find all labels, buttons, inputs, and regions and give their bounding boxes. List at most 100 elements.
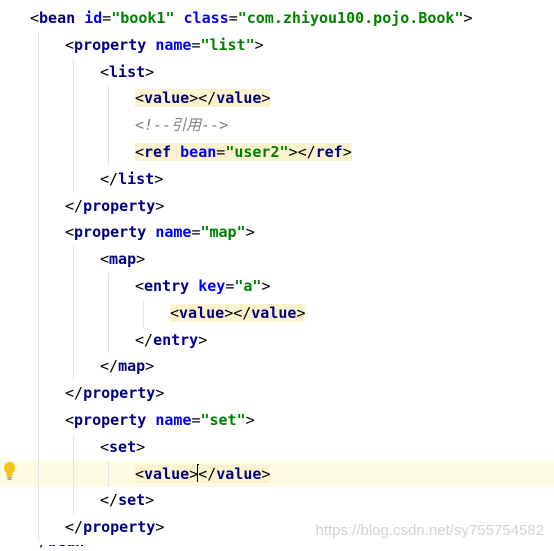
code-token: value xyxy=(144,464,190,483)
code-line-text: </entry> xyxy=(135,330,207,350)
code-token: = xyxy=(225,277,235,295)
code-token: id xyxy=(84,9,103,27)
code-token: "user2" xyxy=(225,143,289,161)
code-line-text: <property name="map"> xyxy=(65,222,255,242)
code-line[interactable]: <entry key="a"> xyxy=(0,273,554,299)
code-line-text: <value></value> xyxy=(135,463,271,484)
code-token: <!--引用--> xyxy=(135,116,229,135)
code-token: </ xyxy=(30,545,48,550)
code-token: > xyxy=(342,143,352,161)
code-line-text: </map> xyxy=(100,356,154,376)
code-line[interactable]: <set> xyxy=(0,434,554,460)
code-token: property xyxy=(74,35,147,54)
code-token: map xyxy=(109,250,137,269)
code-token: map xyxy=(118,357,146,376)
code-line-current[interactable]: <value></value> xyxy=(0,460,554,487)
code-line-text: <!--引用--> xyxy=(135,115,228,135)
code-token: < xyxy=(100,62,110,81)
code-token: = xyxy=(102,9,112,27)
code-line-text: <property name="set"> xyxy=(65,410,255,430)
code-line[interactable]: <property name="list"> xyxy=(0,32,554,58)
code-token: </ xyxy=(65,384,84,403)
code-token: > xyxy=(245,223,255,242)
code-token: </ xyxy=(100,357,119,376)
code-token: bean xyxy=(39,9,76,27)
code-token: "book1" xyxy=(111,9,175,27)
code-line[interactable]: <ref bean="user2"></ref> xyxy=(0,139,554,165)
code-line-partial: </bean> xyxy=(0,545,554,551)
code-token: value xyxy=(216,89,262,108)
code-line[interactable]: </property> xyxy=(0,380,554,406)
code-token: property xyxy=(83,518,156,537)
code-token: property xyxy=(74,411,147,429)
code-token: > xyxy=(189,89,199,108)
indent-guide xyxy=(73,433,74,515)
code-token: </ xyxy=(198,464,217,483)
code-token: set xyxy=(118,491,146,510)
indent-guide xyxy=(108,460,109,488)
code-token: name xyxy=(155,35,192,54)
code-token: entry xyxy=(153,330,199,349)
code-line[interactable]: <property name="set"> xyxy=(0,407,554,433)
code-token: > xyxy=(296,303,306,322)
code-token: ref xyxy=(315,143,343,161)
code-line[interactable]: </list> xyxy=(0,166,554,192)
code-token: < xyxy=(100,437,110,456)
code-line[interactable]: </map> xyxy=(0,353,554,379)
code-line-text: <property name="list"> xyxy=(65,35,264,55)
code-token: entry xyxy=(144,277,190,295)
code-token: > xyxy=(145,62,155,81)
code-line[interactable]: <list> xyxy=(0,59,554,85)
code-line-text: <map> xyxy=(100,249,145,269)
code-line-text: </list> xyxy=(100,169,163,189)
code-line[interactable]: </property> xyxy=(0,193,554,219)
code-line[interactable]: <map> xyxy=(0,246,554,272)
code-line[interactable]: </entry> xyxy=(0,327,554,353)
code-editor[interactable]: <bean id="book1" class="com.zhiyou100.po… xyxy=(0,0,554,551)
code-token: = xyxy=(228,9,238,27)
code-token: class xyxy=(183,9,229,27)
code-line-text: <list> xyxy=(100,62,154,82)
watermark: https://blog.csdn.net/sy755754582 xyxy=(315,522,544,539)
code-line-text: <ref bean="user2"></ref> xyxy=(135,142,352,162)
code-token: property xyxy=(83,384,156,403)
code-line[interactable]: <property name="map"> xyxy=(0,219,554,245)
code-token: "set" xyxy=(200,411,246,429)
indent-guide xyxy=(73,246,74,381)
code-token: > xyxy=(288,143,298,161)
code-token: bean xyxy=(180,143,217,161)
code-token: property xyxy=(74,223,147,242)
code-token: > xyxy=(145,491,155,510)
code-line-text: </property> xyxy=(65,383,164,403)
code-token: name xyxy=(155,411,192,429)
intention-bulb-icon[interactable] xyxy=(3,461,16,481)
code-token: </ xyxy=(100,491,119,510)
code-line[interactable]: <value></value> xyxy=(0,85,554,111)
code-line-text: </property> xyxy=(65,517,164,537)
indent-guide xyxy=(73,58,74,193)
code-line-text: </set> xyxy=(100,490,154,510)
code-token: > xyxy=(463,9,473,27)
code-token: > xyxy=(155,196,165,215)
code-token: > xyxy=(154,169,164,188)
code-token xyxy=(171,143,181,161)
code-token: < xyxy=(135,464,145,483)
code-token: > xyxy=(198,330,208,349)
code-token: name xyxy=(155,223,192,242)
code-token: value xyxy=(251,303,297,322)
indent-guide xyxy=(108,273,109,354)
code-token: > xyxy=(261,277,271,295)
code-token: value xyxy=(144,89,190,108)
code-line[interactable]: <value></value> xyxy=(0,300,554,326)
code-line-text: <entry key="a"> xyxy=(135,276,270,296)
code-line[interactable]: </set> xyxy=(0,487,554,513)
code-token: "list" xyxy=(200,35,255,54)
code-token: > xyxy=(145,357,155,376)
code-line[interactable]: <bean id="book1" class="com.zhiyou100.po… xyxy=(0,5,554,31)
code-line[interactable]: <!--引用--> xyxy=(0,112,554,138)
code-token: > xyxy=(245,411,255,429)
